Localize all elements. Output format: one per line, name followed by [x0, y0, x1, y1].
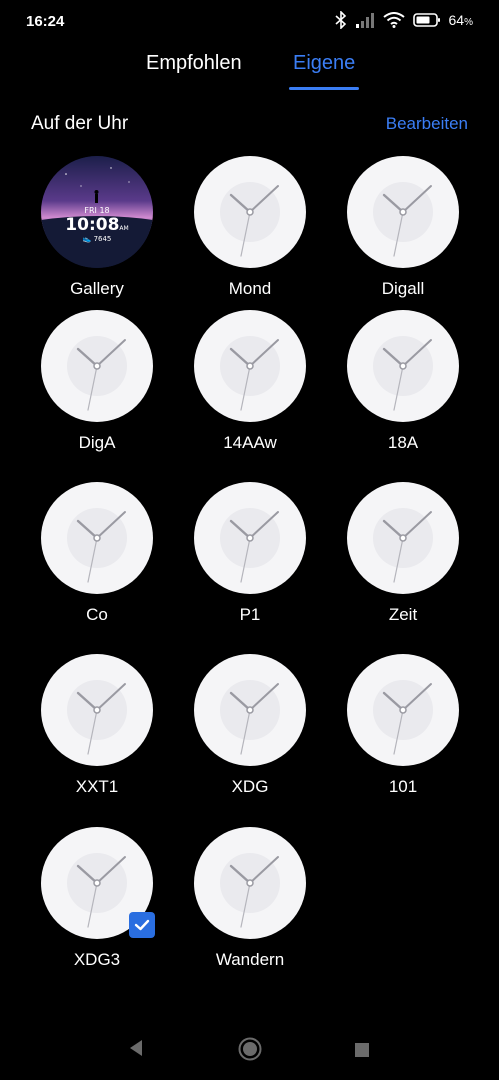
gallery-steps: 👟 7645 — [82, 235, 112, 243]
clock-icon — [67, 680, 127, 755]
watchface-preview[interactable] — [194, 654, 306, 766]
clock-icon — [220, 853, 280, 928]
watchface-item[interactable]: Wandern — [175, 827, 325, 1002]
watchface-item[interactable]: XDG — [175, 654, 325, 829]
clock-icon — [373, 336, 433, 411]
watchface-item[interactable]: XXT1 — [22, 654, 172, 829]
watchface-item[interactable]: XDG3 — [22, 827, 172, 1002]
watchface-label: P1 — [239, 605, 261, 624]
watchface-preview[interactable] — [194, 482, 306, 594]
watchface-label: Gallery — [70, 279, 124, 298]
recents-icon[interactable] — [354, 1042, 370, 1058]
watchface-preview[interactable] — [347, 482, 459, 594]
clock-icon — [373, 182, 433, 257]
watchface-preview[interactable] — [194, 310, 306, 422]
watchface-label: Digall — [381, 279, 425, 298]
watchface-preview[interactable] — [41, 310, 153, 422]
gallery-time: 10:08AM — [65, 215, 129, 235]
clock-icon — [220, 182, 280, 257]
watchface-preview[interactable] — [41, 482, 153, 594]
watchface-item[interactable]: DigA — [22, 310, 172, 485]
watchface-label: Wandern — [215, 950, 285, 969]
clock-icon — [220, 680, 280, 755]
watchface-item[interactable]: P1 — [175, 482, 325, 657]
watchface-preview[interactable] — [347, 156, 459, 268]
watchface-item[interactable]: FRI 18 10:08AM 👟 7645 Gallery — [22, 156, 172, 331]
watchface-grid: FRI 18 10:08AM 👟 7645 Gallery Mond Digal… — [0, 0, 499, 1010]
watchface-preview[interactable] — [41, 654, 153, 766]
watchface-label: 18A — [387, 433, 419, 452]
watchface-preview[interactable] — [347, 654, 459, 766]
clock-icon — [220, 508, 280, 583]
watchface-label: DigA — [78, 433, 116, 452]
steps-icon: 👟 — [82, 235, 92, 243]
system-nav-bar — [0, 1020, 499, 1080]
watchface-label: XDG3 — [73, 950, 121, 969]
selected-check-icon — [129, 912, 155, 938]
clock-icon — [373, 680, 433, 755]
watchface-label: XXT1 — [75, 777, 119, 796]
watchface-label: XDG — [231, 777, 269, 796]
clock-icon — [67, 336, 127, 411]
watchface-item[interactable]: 18A — [328, 310, 478, 485]
watchface-label: 14AAw — [223, 433, 277, 452]
watchface-item[interactable]: 14AAw — [175, 310, 325, 485]
clock-icon — [220, 336, 280, 411]
watchface-label: 101 — [388, 777, 418, 796]
watchface-item[interactable]: Co — [22, 482, 172, 657]
watchface-preview[interactable] — [194, 827, 306, 939]
watchface-label: Mond — [228, 279, 272, 298]
watchface-label: Zeit — [388, 605, 418, 624]
watchface-gallery-preview[interactable]: FRI 18 10:08AM 👟 7645 — [41, 156, 153, 268]
gallery-date: FRI 18 — [84, 206, 110, 215]
clock-icon — [373, 508, 433, 583]
watchface-preview[interactable] — [347, 310, 459, 422]
home-icon[interactable] — [238, 1037, 262, 1061]
watchface-item[interactable]: Mond — [175, 156, 325, 331]
watchface-item[interactable]: 101 — [328, 654, 478, 829]
clock-icon — [67, 508, 127, 583]
watchface-label: Co — [86, 605, 108, 624]
watchface-item[interactable]: Zeit — [328, 482, 478, 657]
watchface-preview[interactable] — [194, 156, 306, 268]
back-icon[interactable] — [127, 1038, 145, 1058]
watchface-item[interactable]: Digall — [328, 156, 478, 331]
